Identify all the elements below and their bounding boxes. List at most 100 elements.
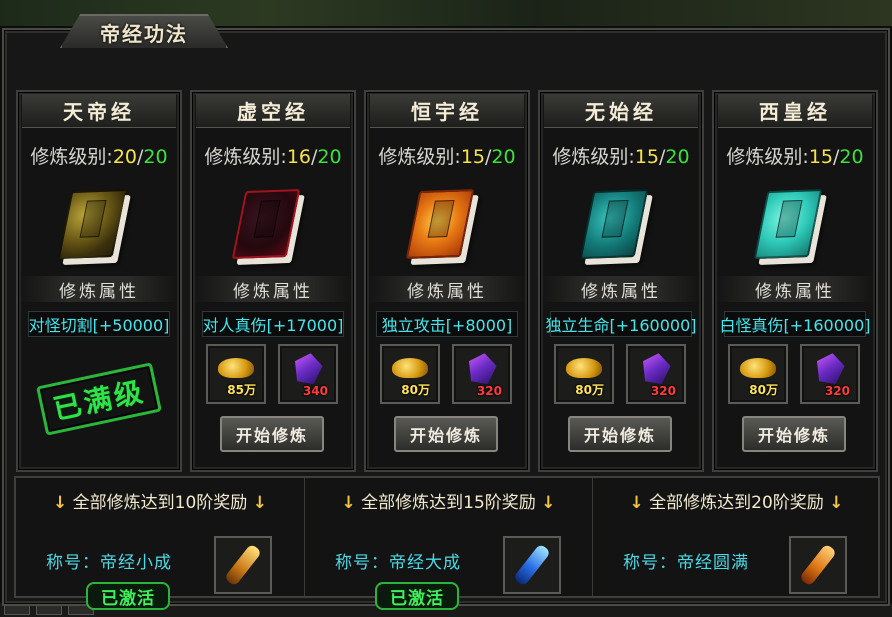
activated-badge: 已激活 [375, 582, 459, 610]
gold-quantity: 85万 [227, 383, 256, 397]
level-max: 20 [143, 146, 168, 168]
purple-gem-icon [814, 351, 847, 385]
reward-title: 称号：帝经大成 [335, 553, 461, 573]
book-name: 西皇经 [759, 100, 831, 124]
book-red-icon [231, 187, 312, 267]
gold-quantity: 80万 [401, 383, 430, 397]
start-cultivation-button[interactable]: 开始修炼 [742, 416, 846, 452]
attribute-value: 对怪切割[+50000] [28, 311, 170, 337]
activated-badge: 已激活 [86, 582, 170, 610]
gem-quantity: 320 [824, 384, 850, 398]
golden-scroll-icon[interactable] [214, 536, 272, 594]
book-cyan-icon [753, 187, 834, 267]
reward-header: ↓ 全部修炼达到20阶奖励 ↓ [629, 493, 844, 513]
book-name: 天帝经 [63, 100, 135, 124]
gold-ingot-icon [218, 358, 254, 378]
dijing-gongfa-window: 天帝经 修炼级别:20/20 修炼属性 对怪切割[+50000] 已满级 虚空经… [2, 14, 890, 610]
level-max: 20 [317, 146, 342, 168]
start-cultivation-button[interactable]: 开始修炼 [220, 416, 324, 452]
book-name-header: 天帝经 [22, 94, 176, 128]
attribute-label: 修炼属性 [540, 276, 702, 302]
down-arrow-icon: ↓ [252, 493, 267, 513]
book-card-xihuang: 西皇经 修炼级别:15/20 修炼属性 白怪真伤[+160000] 80万 32… [712, 90, 878, 472]
level-max: 20 [839, 146, 864, 168]
gold-ingot-slot[interactable]: 80万 [728, 344, 788, 404]
cultivation-level: 修炼级别:15/20 [714, 142, 876, 169]
reward-tier-20: ↓ 全部修炼达到20阶奖励 ↓ 称号：帝经圆满 [592, 478, 880, 596]
attribute-value: 对人真伤[+17000] [202, 311, 344, 337]
attribute-value: 白怪真伤[+160000] [720, 311, 871, 337]
book-card-xukong: 虚空经 修炼级别:16/20 修炼属性 对人真伤[+17000] 85万 340… [190, 90, 356, 472]
gem-quantity: 320 [476, 384, 502, 398]
reward-title: 称号：帝经小成 [46, 553, 172, 573]
attribute-label: 修炼属性 [714, 276, 876, 302]
level-label: 修炼级别: [30, 146, 113, 168]
hotbar-slot[interactable] [36, 605, 62, 615]
book-gold-icon [57, 187, 138, 267]
attribute-label: 修炼属性 [192, 276, 354, 302]
book-card-wushi: 无始经 修炼级别:15/20 修炼属性 独立生命[+160000] 80万 32… [538, 90, 704, 472]
level-max: 20 [491, 146, 516, 168]
attribute-value: 独立攻击[+8000] [376, 311, 518, 337]
orange-scroll-icon[interactable] [789, 536, 847, 594]
level-label: 修炼级别: [726, 146, 809, 168]
reward-title: 称号：帝经圆满 [623, 553, 749, 573]
book-name: 无始经 [585, 100, 657, 124]
gold-quantity: 80万 [575, 383, 604, 397]
book-teal-icon [579, 187, 660, 267]
down-arrow-icon: ↓ [629, 493, 644, 513]
gold-ingot-icon [740, 358, 776, 378]
attribute-label: 修炼属性 [366, 276, 528, 302]
book-name: 虚空经 [237, 100, 309, 124]
book-name-header: 虚空经 [196, 94, 350, 128]
gold-quantity: 80万 [749, 383, 778, 397]
book-card-hengyu: 恒宇经 修炼级别:15/20 修炼属性 独立攻击[+8000] 80万 320 … [364, 90, 530, 472]
level-max: 20 [665, 146, 690, 168]
level-label: 修炼级别: [378, 146, 461, 168]
gem-slot[interactable]: 320 [452, 344, 512, 404]
gem-quantity: 340 [302, 384, 328, 398]
window-title-tab: 帝经功法 [60, 14, 228, 48]
down-arrow-icon: ↓ [829, 493, 844, 513]
level-label: 修炼级别: [204, 146, 287, 168]
cultivation-level: 修炼级别:20/20 [18, 142, 180, 169]
window-title: 帝经功法 [100, 21, 188, 46]
hotbar-slot[interactable] [4, 605, 30, 615]
level-current: 20 [112, 146, 137, 168]
reward-bar: ↓ 全部修炼达到10阶奖励 ↓ 称号：帝经小成 已激活 ↓ 全部修炼达到15阶奖… [14, 476, 880, 610]
cultivation-level: 修炼级别:16/20 [192, 142, 354, 169]
book-name-header: 恒宇经 [370, 94, 524, 128]
gold-ingot-slot[interactable]: 80万 [554, 344, 614, 404]
attribute-value: 独立生命[+160000] [546, 311, 697, 337]
level-current: 16 [286, 146, 311, 168]
book-name: 恒宇经 [411, 100, 483, 124]
level-current: 15 [808, 146, 833, 168]
reward-tier-10: ↓ 全部修炼达到10阶奖励 ↓ 称号：帝经小成 已激活 [16, 478, 304, 610]
reward-tier-15: ↓ 全部修炼达到15阶奖励 ↓ 称号：帝经大成 已激活 [304, 478, 592, 610]
gold-ingot-slot[interactable]: 85万 [206, 344, 266, 404]
gem-slot[interactable]: 320 [800, 344, 860, 404]
gold-ingot-icon [566, 358, 602, 378]
gem-quantity: 320 [650, 384, 676, 398]
attribute-label: 修炼属性 [18, 276, 180, 302]
down-arrow-icon: ↓ [341, 493, 356, 513]
purple-gem-icon [466, 351, 499, 385]
reward-header: ↓ 全部修炼达到15阶奖励 ↓ [341, 493, 556, 513]
book-card-tiandi: 天帝经 修炼级别:20/20 修炼属性 对怪切割[+50000] 已满级 [16, 90, 182, 472]
level-current: 15 [634, 146, 659, 168]
purple-gem-icon [640, 351, 673, 385]
down-arrow-icon: ↓ [541, 493, 556, 513]
gem-slot[interactable]: 320 [626, 344, 686, 404]
start-cultivation-button[interactable]: 开始修炼 [568, 416, 672, 452]
gold-ingot-slot[interactable]: 80万 [380, 344, 440, 404]
start-cultivation-button[interactable]: 开始修炼 [394, 416, 498, 452]
book-name-header: 西皇经 [718, 94, 872, 128]
gem-slot[interactable]: 340 [278, 344, 338, 404]
level-label: 修炼级别: [552, 146, 635, 168]
level-current: 15 [460, 146, 485, 168]
reward-header: ↓ 全部修炼达到10阶奖励 ↓ [53, 493, 267, 513]
purple-gem-icon [292, 351, 325, 385]
blue-scroll-icon[interactable] [503, 536, 561, 594]
down-arrow-icon: ↓ [53, 493, 68, 513]
cultivation-level: 修炼级别:15/20 [366, 142, 528, 169]
